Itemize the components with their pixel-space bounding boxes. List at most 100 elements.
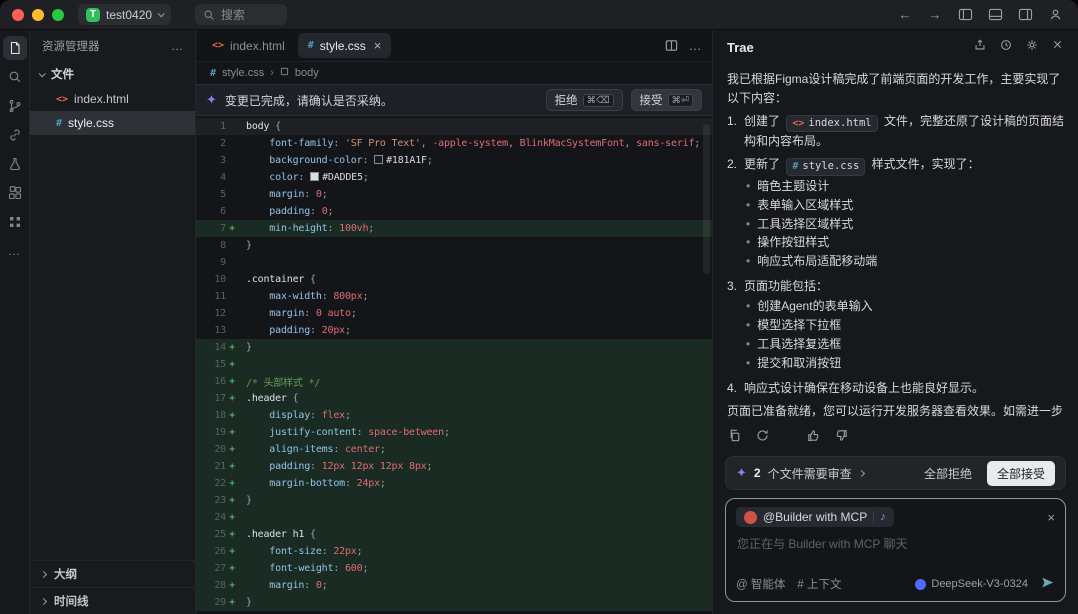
reject-button[interactable]: 拒绝 ⌘⌫ — [546, 89, 623, 111]
added-marker: + — [226, 410, 238, 421]
regenerate-button[interactable] — [755, 428, 770, 448]
close-panel-button[interactable] — [1051, 38, 1064, 56]
breadcrumb-symbol[interactable]: body — [295, 67, 319, 79]
send-button[interactable] — [1040, 575, 1055, 593]
line-number: 17 — [196, 393, 226, 404]
file-chip[interactable]: <>index.html — [786, 115, 877, 133]
accept-all-button[interactable]: 全部接受 — [987, 461, 1055, 486]
css-file-icon: # — [210, 68, 216, 79]
code-line[interactable]: 5 margin: 0; — [196, 186, 712, 203]
sidebar-section-timeline[interactable]: 时间线 — [30, 587, 195, 614]
added-marker: + — [226, 376, 238, 387]
code-line[interactable]: 18+ display: flex; — [196, 407, 712, 424]
model-selector[interactable]: DeepSeek-V3-0324 — [915, 578, 1028, 590]
code-line[interactable]: 21+ padding: 12px 12px 12px 8px; — [196, 458, 712, 475]
activity-remote[interactable] — [3, 123, 27, 147]
code-line[interactable]: 13 padding: 20px; — [196, 322, 712, 339]
global-search[interactable]: 搜索 — [195, 4, 287, 25]
chat-input[interactable]: 您正在与 Builder with MCP 聊天 — [736, 533, 1055, 569]
code-line[interactable]: 29+} — [196, 594, 712, 611]
code-line[interactable]: 8} — [196, 237, 712, 254]
diff-review-bar: ✦ 变更已完成，请确认是否采纳。 拒绝 ⌘⌫ 接受 ⌘⏎ — [196, 84, 712, 116]
file-name: style.css — [68, 116, 114, 130]
toggle-left-sidebar-button[interactable] — [954, 4, 976, 26]
code-line[interactable]: 23+} — [196, 492, 712, 509]
activity-debug[interactable] — [3, 152, 27, 176]
code-line[interactable]: 25+.header h1 { — [196, 526, 712, 543]
chevron-right-icon — [40, 570, 47, 577]
editor-scrollbar[interactable] — [703, 124, 710, 274]
code-line[interactable]: 22+ margin-bottom: 24px; — [196, 475, 712, 492]
back-button[interactable]: ← — [894, 4, 916, 26]
code-line[interactable]: 7+ min-height: 100vh; — [196, 220, 712, 237]
bullet-icon: • — [746, 335, 750, 354]
breadcrumb[interactable]: # style.css › body — [196, 62, 712, 84]
accept-button[interactable]: 接受 ⌘⏎ — [631, 89, 702, 111]
code-line[interactable]: 17+.header { — [196, 390, 712, 407]
code-line[interactable]: 4 color: #DADDE5; — [196, 169, 712, 186]
file-item[interactable]: #style.css — [30, 111, 195, 135]
remove-agent-button[interactable]: × — [1047, 510, 1055, 525]
activity-apps[interactable] — [3, 210, 27, 234]
code-line[interactable]: 3 background-color: #181A1F; — [196, 152, 712, 169]
code-line[interactable]: 24+ — [196, 509, 712, 526]
sidebar-more-button[interactable]: … — [171, 39, 183, 53]
code-line[interactable]: 26+ font-size: 22px; — [196, 543, 712, 560]
maximize-window-button[interactable] — [52, 9, 64, 21]
code-line[interactable]: 27+ font-weight: 600; — [196, 560, 712, 577]
editor-more-button[interactable]: … — [684, 35, 706, 57]
code-line[interactable]: 20+ align-items: center; — [196, 441, 712, 458]
file-item[interactable]: <>index.html — [30, 87, 195, 111]
activity-search[interactable] — [3, 65, 27, 89]
tab-style-css[interactable]: #style.css× — [298, 33, 392, 58]
close-icon[interactable]: × — [374, 39, 382, 52]
thumbs-down-button[interactable] — [834, 428, 849, 448]
item-text: 更新了 #style.css 样式文件，实现了： — [744, 155, 1064, 175]
item-number: 3. — [727, 277, 744, 375]
bullet-text: 表单输入区域样式 — [757, 196, 853, 215]
toggle-right-sidebar-button[interactable] — [1014, 4, 1036, 26]
code-line[interactable]: 10.container { — [196, 271, 712, 288]
code-line[interactable]: 12 margin: 0 auto; — [196, 305, 712, 322]
account-button[interactable] — [1044, 4, 1066, 26]
project-switcher[interactable]: T test0420 — [78, 4, 171, 25]
code-line[interactable]: 19+ justify-content: space-between; — [196, 424, 712, 441]
code-editor[interactable]: 1body {2 font-family: 'SF Pro Text', -ap… — [196, 116, 712, 614]
ai-panel: Trae 我已根据Figma设计稿完成了前端页面的开发工作，主要实现了以下内容：… — [712, 30, 1078, 614]
activity-explorer[interactable] — [3, 36, 27, 60]
code-line[interactable]: 11 max-width: 800px; — [196, 288, 712, 305]
bullet-icon: • — [746, 354, 750, 373]
code-line[interactable]: 15+ — [196, 356, 712, 373]
forward-button[interactable]: → — [924, 4, 946, 26]
file-chip[interactable]: #style.css — [786, 158, 865, 176]
code-line[interactable]: 16+/* 头部样式 */ — [196, 373, 712, 390]
numbered-item: 3.页面功能包括：•创建Agent的表单输入•模型选择下拉框•工具选择复选框•提… — [727, 277, 1064, 375]
activity-more[interactable]: … — [3, 239, 27, 263]
thumbs-up-button[interactable] — [806, 428, 821, 448]
activity-extensions[interactable] — [3, 181, 27, 205]
code-line[interactable]: 9 — [196, 254, 712, 271]
minimize-window-button[interactable] — [32, 9, 44, 21]
share-button[interactable] — [973, 38, 987, 57]
mention-agent-button[interactable]: @ 智能体 — [736, 576, 785, 592]
code-line[interactable]: 1body { — [196, 118, 712, 135]
code-line[interactable]: 28+ margin: 0; — [196, 577, 712, 594]
history-button[interactable] — [999, 38, 1013, 57]
breadcrumb-file[interactable]: style.css — [222, 67, 264, 79]
tab-index-html[interactable]: <>index.html — [202, 33, 295, 58]
code-line[interactable]: 14+} — [196, 339, 712, 356]
settings-button[interactable] — [1025, 38, 1039, 57]
code-line[interactable]: 2 font-family: 'SF Pro Text', -apple-sys… — [196, 135, 712, 152]
activity-source-control[interactable] — [3, 94, 27, 118]
reject-all-button[interactable]: 全部拒绝 — [916, 461, 980, 486]
line-number: 19 — [196, 427, 226, 438]
close-window-button[interactable] — [12, 9, 24, 21]
agent-chip[interactable]: @Builder with MCP ♪ — [736, 507, 894, 527]
sidebar-section-outline[interactable]: 大纲 — [30, 560, 195, 587]
toggle-bottom-panel-button[interactable] — [984, 4, 1006, 26]
split-editor-button[interactable] — [660, 35, 682, 57]
code-line[interactable]: 6 padding: 0; — [196, 203, 712, 220]
copy-button[interactable] — [727, 428, 742, 448]
files-section-header[interactable]: 文件 — [30, 62, 195, 86]
add-context-button[interactable]: # 上下文 — [797, 576, 841, 592]
